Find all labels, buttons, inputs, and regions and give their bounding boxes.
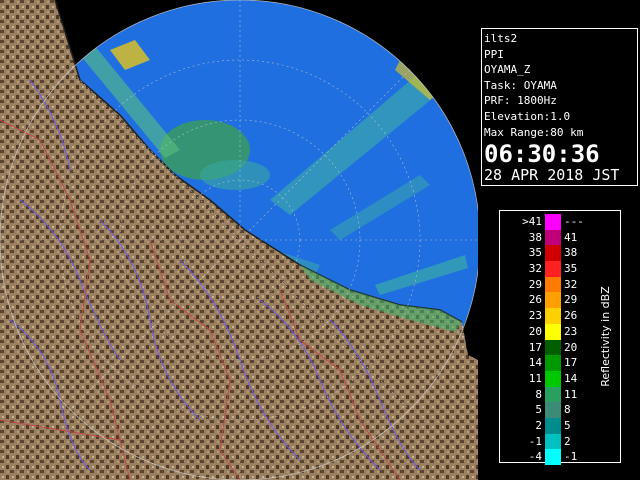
legend-upper-bound: 17: [564, 356, 578, 370]
legend-title: Reflectivity in dBZ: [595, 211, 615, 461]
legend-lower-bound: 29: [528, 277, 542, 291]
legend-swatch: [545, 386, 561, 403]
elevation-value: Elevation:1.0: [484, 109, 571, 123]
legend-lower-bound: 11: [528, 371, 542, 385]
legend-lower-bound: 26: [528, 293, 542, 307]
legend-upper-bound: 38: [564, 246, 578, 260]
legend-upper-bound: 11: [564, 387, 578, 401]
legend-lower-bound: 17: [528, 340, 542, 354]
legend-swatch: [545, 355, 561, 371]
task-name: Task: OYAMA: [484, 78, 557, 92]
legend-swatch: [545, 214, 561, 230]
legend-swatch: [545, 370, 561, 387]
legend-swatch: [545, 323, 561, 340]
prf-value: PRF: 1800Hz: [484, 94, 557, 108]
legend-swatch: [545, 433, 561, 450]
legend-upper-bound: 23: [564, 324, 578, 338]
legend-upper-bound: 32: [564, 277, 578, 291]
legend-title-text: Reflectivity in dBZ: [598, 285, 612, 387]
legend-upper-bound: 5: [564, 418, 571, 432]
max-range-value: Max Range:80 km: [484, 125, 584, 139]
legend-upper-bound: 29: [564, 293, 578, 307]
echo-cluster: [200, 160, 270, 190]
observation-date: 28 APR 2018 JST: [484, 166, 620, 185]
legend-swatch: [545, 245, 561, 262]
legend-upper-bound: 20: [564, 340, 578, 354]
legend-swatch: [545, 276, 561, 293]
legend-swatch: [545, 339, 561, 356]
legend-upper-bound: 41: [564, 230, 578, 244]
legend-upper-bound: 26: [564, 309, 578, 323]
site-name: OYAMA_Z: [484, 63, 531, 77]
legend-lower-bound: -1: [528, 434, 542, 448]
radar-info-panel: ilts2 PPI OYAMA_Z Task: OYAMA PRF: 1800H…: [481, 28, 638, 186]
legend-lower-bound: 23: [528, 309, 542, 323]
product-type: PPI: [484, 47, 504, 61]
legend-upper-bound: ---: [564, 215, 584, 228]
legend-swatch: [545, 229, 561, 246]
legend-lower-bound: 2: [535, 418, 542, 432]
legend-upper-bound: 8: [564, 403, 571, 417]
reflectivity-legend: >41 --- 38 41 35 38 32 35 29 32 26 29 23 26 20 23 17 20 14…: [499, 210, 621, 465]
legend-lower-bound: 20: [528, 324, 542, 338]
legend-lower-bound: >41: [522, 215, 542, 228]
legend-lower-bound: 8: [535, 387, 542, 401]
legend-swatch: [545, 292, 561, 309]
legend-lower-bound: 5: [535, 403, 542, 417]
legend-upper-bound: 2: [564, 434, 571, 448]
legend-lower-bound: 32: [528, 262, 542, 276]
legend-lower-bound: 14: [528, 356, 542, 370]
legend-lower-bound: 35: [528, 246, 542, 260]
legend-upper-bound: 14: [564, 371, 578, 385]
legend-lower-bound: 38: [528, 230, 542, 244]
legend-swatch: [545, 261, 561, 277]
legend-swatch: [545, 449, 561, 465]
observation-time: 06:30:36: [484, 140, 600, 169]
legend-upper-bound: 35: [564, 262, 578, 276]
radar-id: ilts2: [484, 32, 518, 45]
legend-swatch: [545, 308, 561, 324]
legend-swatch: [545, 402, 561, 418]
legend-upper-bound: -1: [564, 450, 578, 464]
legend-lower-bound: -4: [528, 450, 542, 464]
radar-ppi-view[interactable]: [0, 0, 478, 480]
legend-swatch: [545, 417, 561, 434]
